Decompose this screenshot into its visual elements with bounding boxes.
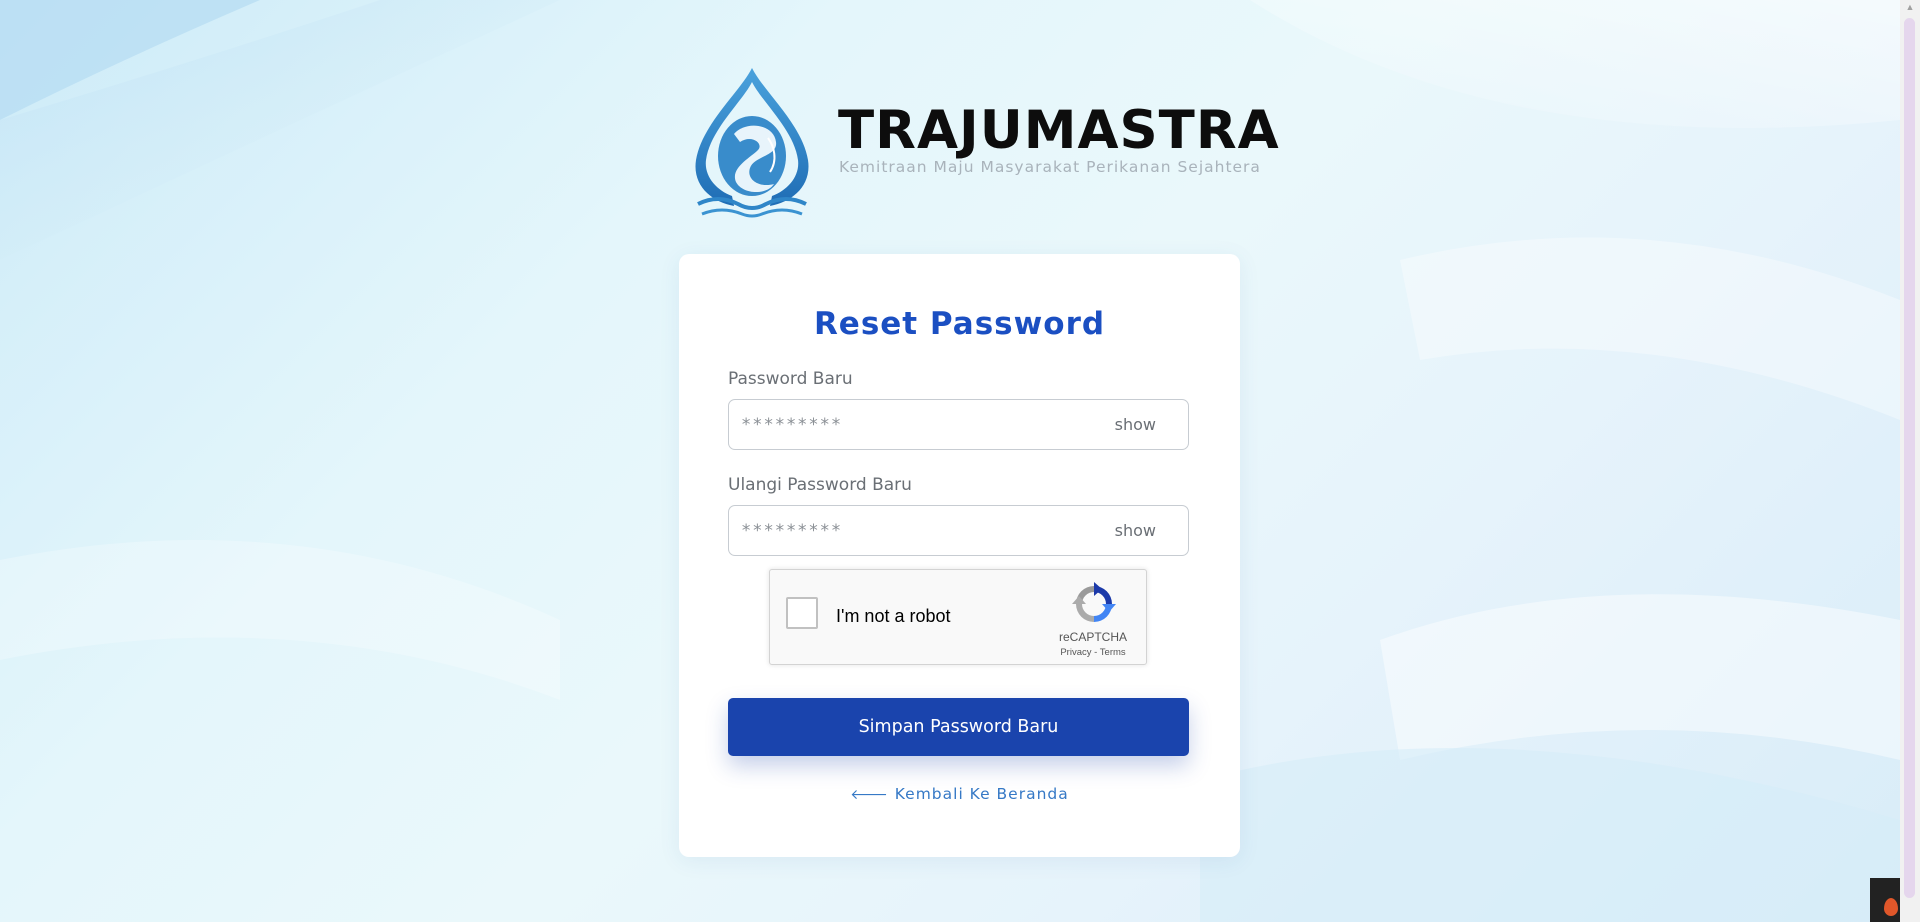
- recaptcha-separator: -: [1094, 647, 1098, 658]
- confirm-password-field: show: [728, 505, 1189, 556]
- recaptcha-label: I'm not a robot: [836, 606, 951, 626]
- recaptcha-logo-icon: [1072, 582, 1116, 622]
- floating-widget[interactable]: [1870, 878, 1900, 922]
- confirm-password-input[interactable]: [741, 506, 1101, 555]
- back-link-label: Kembali Ke Beranda: [894, 785, 1069, 803]
- brand-name: TRAJUMASTRA: [838, 100, 1280, 161]
- page-title: Reset Password: [813, 306, 1106, 342]
- flame-icon: [1884, 898, 1898, 916]
- arrow-left-icon: 🡐: [850, 787, 889, 803]
- recaptcha-checkbox[interactable]: [786, 597, 818, 629]
- brand-tagline: Kemitraan Maju Masyarakat Perikanan Seja…: [839, 158, 1261, 176]
- confirm-password-label: Ulangi Password Baru: [728, 475, 912, 495]
- new-password-label: Password Baru: [728, 369, 853, 389]
- recaptcha-widget: I'm not a robot reCAPTCHA Privacy - Term…: [769, 569, 1147, 665]
- new-password-show-toggle[interactable]: show: [1115, 415, 1156, 434]
- recaptcha-brand: reCAPTCHA: [1058, 630, 1127, 644]
- scrollbar-thumb[interactable]: [1904, 18, 1915, 898]
- page-scrollbar[interactable]: ▲: [1900, 0, 1920, 922]
- recaptcha-links: Privacy - Terms: [1048, 647, 1138, 658]
- new-password-field: show: [728, 399, 1189, 450]
- brand-logo: TRAJUMASTRA Kemitraan Maju Masyarakat Pe…: [688, 64, 1279, 219]
- back-to-home-link[interactable]: 🡐 Kembali Ke Beranda: [679, 785, 1240, 803]
- confirm-password-show-toggle[interactable]: show: [1115, 521, 1156, 540]
- fish-droplet-logo-icon: [695, 68, 809, 218]
- recaptcha-terms-link[interactable]: Terms: [1100, 647, 1126, 658]
- recaptcha-privacy-link[interactable]: Privacy: [1060, 647, 1091, 658]
- new-password-input[interactable]: [741, 400, 1101, 449]
- save-new-password-button[interactable]: Simpan Password Baru: [728, 698, 1189, 756]
- reset-password-card: Reset Password Password Baru show Ulangi…: [679, 254, 1240, 857]
- scroll-up-icon[interactable]: ▲: [1905, 2, 1915, 12]
- reset-password-page: TRAJUMASTRA Kemitraan Maju Masyarakat Pe…: [0, 0, 1900, 922]
